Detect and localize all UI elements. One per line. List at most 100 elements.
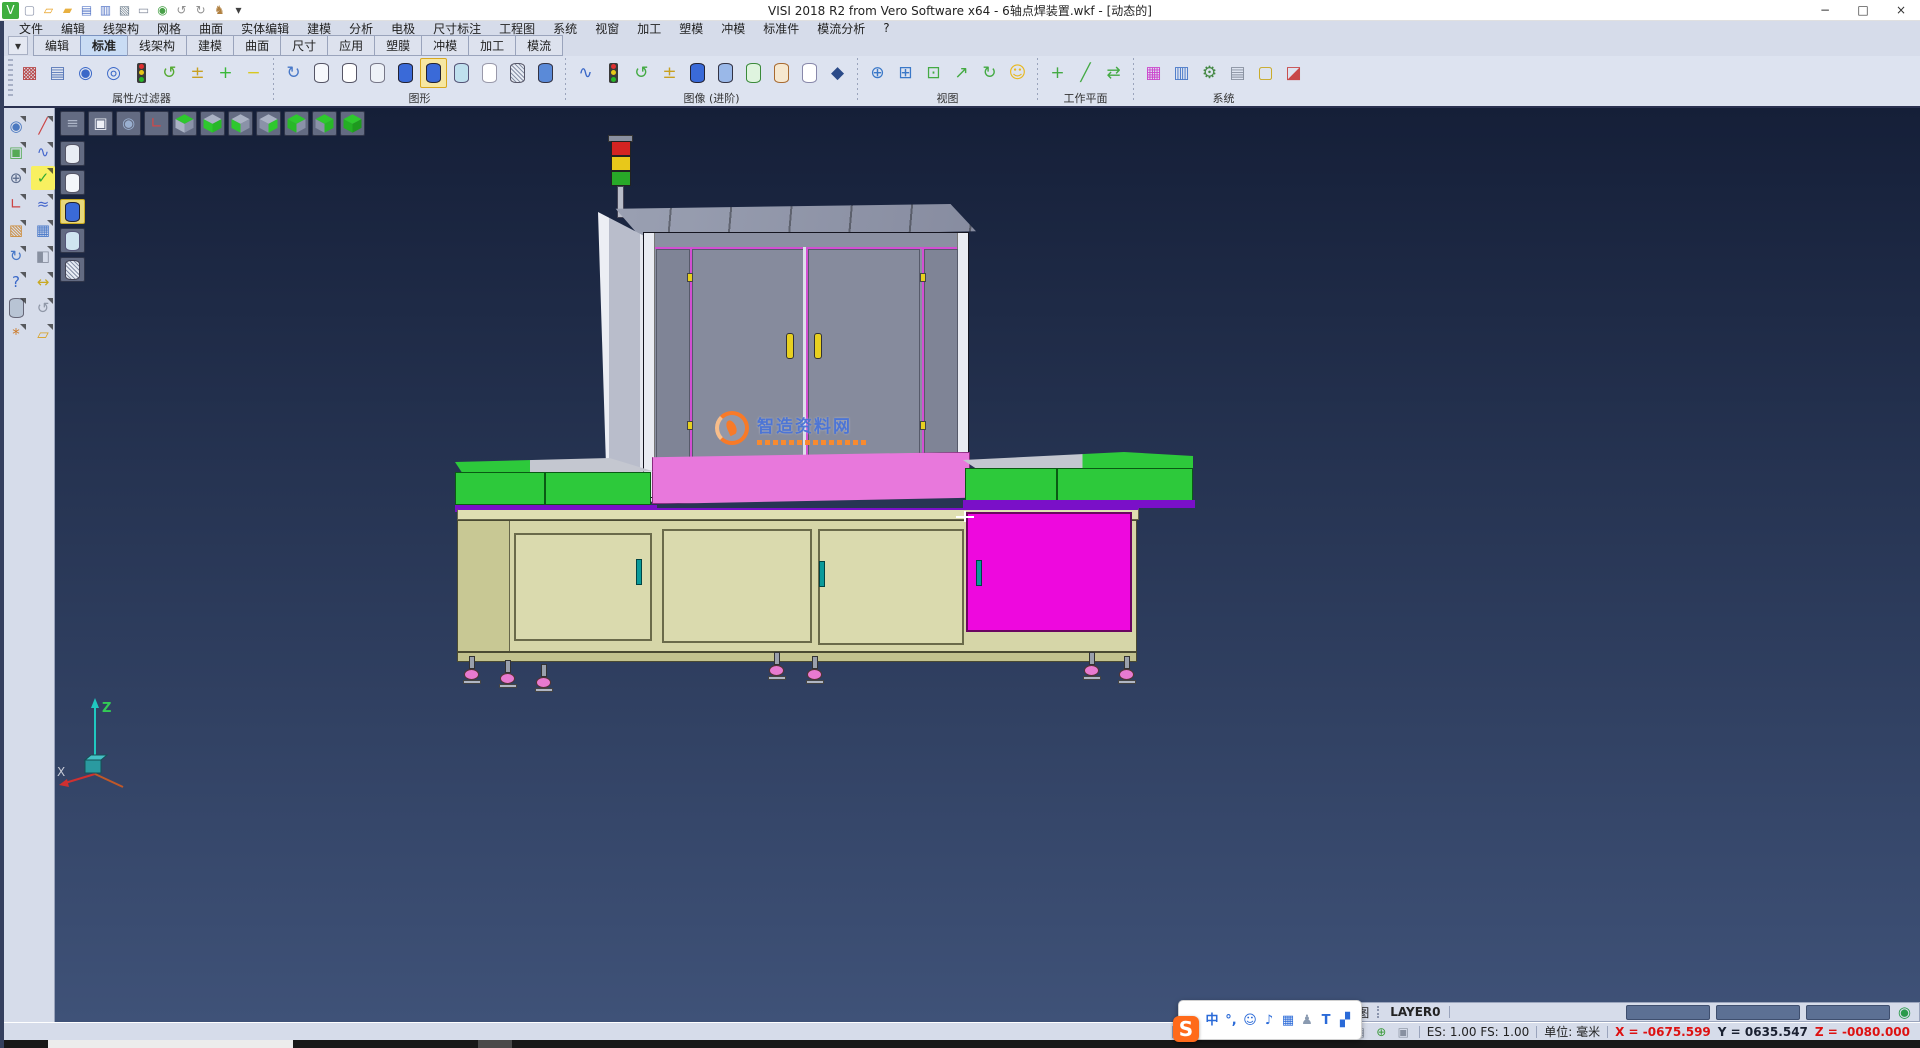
insert-file-icon[interactable]: ▰ (59, 2, 76, 19)
tab-塑膜[interactable]: 塑膜 (374, 35, 422, 56)
spline-draw-icon[interactable]: ∿ (31, 140, 55, 164)
visi-logo[interactable]: V (2, 2, 19, 19)
tab-标准[interactable]: 标准 (80, 35, 128, 56)
annotated-view-icon[interactable] (768, 58, 795, 88)
selection-box-icon[interactable]: ▢ (1252, 58, 1279, 88)
viewport-layout-icon[interactable]: ▦ (31, 218, 55, 242)
menu-item-电极[interactable]: 电极 (382, 20, 424, 37)
tab-曲面[interactable]: 曲面 (233, 35, 281, 56)
ime-punct-icon[interactable]: °, (1223, 1012, 1239, 1028)
curve-edit-icon[interactable]: ≈ (31, 192, 55, 216)
mixed-view-icon[interactable] (712, 58, 739, 88)
snap-status-icon[interactable]: ⊕ (1373, 1024, 1390, 1040)
model-3d-welding-machine[interactable] (55, 108, 1920, 1022)
validate-check-icon[interactable]: ✓ (31, 166, 55, 190)
zoom-in-icon[interactable]: ⊕ (864, 58, 891, 88)
wcs-axis-icon[interactable]: ∟ (4, 192, 28, 216)
delete-trash-icon[interactable] (4, 296, 28, 320)
pan-view-icon[interactable]: ↗ (948, 58, 975, 88)
rotate-view-icon[interactable]: ↻ (976, 58, 1003, 88)
hide-entities-icon[interactable]: ◎ (100, 58, 127, 88)
advanced-filter-icon[interactable] (600, 58, 627, 88)
menu-item-工程图[interactable]: 工程图 (490, 20, 544, 37)
menu-item-建模[interactable]: 建模 (298, 20, 340, 37)
menu-item-冲模[interactable]: 冲模 (712, 20, 754, 37)
save-as-icon[interactable]: ▥ (97, 2, 114, 19)
redraw-icon[interactable]: ↻ (280, 58, 307, 88)
help-entity-icon[interactable]: ? (4, 270, 28, 294)
translucent-mode-icon[interactable] (448, 58, 475, 88)
attributes-paint-icon[interactable]: ▧ (4, 218, 28, 242)
ime-person-icon[interactable]: ♟ (1299, 1012, 1315, 1028)
settings-wrench-icon[interactable]: ⚙ (1196, 58, 1223, 88)
menu-item-视窗[interactable]: 视窗 (586, 20, 628, 37)
menu-item-尺寸标注[interactable]: 尺寸标注 (424, 20, 490, 37)
zoom-scale-icon[interactable]: ⊡ (920, 58, 947, 88)
project-folder-icon[interactable]: ▱ (31, 322, 55, 346)
ime-mic-icon[interactable]: ♪ (1261, 1012, 1277, 1028)
toggle-visibility-icon[interactable]: ± (184, 58, 211, 88)
translate-icon[interactable]: ♞ (211, 2, 228, 19)
machining-wheel-icon[interactable]: * (4, 322, 28, 346)
ime-skin-icon[interactable]: T (1318, 1012, 1334, 1028)
measure-distance-icon[interactable]: ↔ (31, 270, 55, 294)
filter-traffic-light-icon[interactable] (128, 58, 155, 88)
tab-加工[interactable]: 加工 (468, 35, 516, 56)
regenerate-icon[interactable]: ↻ (4, 244, 28, 268)
ime-keyboard-icon[interactable]: ▦ (1280, 1012, 1296, 1028)
close-button[interactable]: × (1882, 1, 1920, 20)
refresh-advanced-icon[interactable]: ↺ (628, 58, 655, 88)
sogou-logo[interactable]: S (1173, 1016, 1199, 1042)
system-monitor-icon[interactable]: ▥ (1168, 58, 1195, 88)
tab-建模[interactable]: 建模 (186, 35, 234, 56)
copy-attributes-icon[interactable]: ▤ (44, 58, 71, 88)
menu-item-系统[interactable]: 系统 (544, 20, 586, 37)
tab-线架构[interactable]: 线架构 (127, 35, 187, 56)
undo-step-icon[interactable]: ↺ (31, 296, 55, 320)
tab-冲模[interactable]: 冲模 (421, 35, 469, 56)
transparent-view-icon[interactable] (796, 58, 823, 88)
ime-emoji-icon[interactable]: ☺ (1242, 1012, 1258, 1028)
render-page-icon[interactable] (532, 58, 559, 88)
dynamic-hide-icon[interactable]: ∿ (572, 58, 599, 88)
polyhedron-view-icon[interactable]: ◆ (824, 58, 851, 88)
menu-item-标准件[interactable]: 标准件 (754, 20, 808, 37)
window-fit-icon[interactable]: ▣ (4, 140, 28, 164)
toggle-advanced-icon[interactable]: ± (656, 58, 683, 88)
maximize-button[interactable]: □ (1844, 1, 1882, 20)
refresh-visibility-icon[interactable]: ↺ (156, 58, 183, 88)
show-entities-icon[interactable]: ◉ (72, 58, 99, 88)
open-file-icon[interactable]: ▱ (40, 2, 57, 19)
taskbar-app-segment[interactable] (48, 1040, 293, 1048)
shaded-mode-icon[interactable] (392, 58, 419, 88)
menu-item-文件[interactable]: 文件 (10, 20, 52, 37)
hatched-mode-icon[interactable] (504, 58, 531, 88)
taskbar-segment[interactable] (478, 1040, 512, 1048)
zoom-window-icon[interactable]: ⊞ (892, 58, 919, 88)
shading-smiley-icon[interactable]: ☺ (1004, 58, 1031, 88)
globe-icon[interactable]: ◉ (1898, 1005, 1911, 1020)
preview-icon[interactable]: ◉ (154, 2, 171, 19)
menu-item-实体编辑[interactable]: 实体编辑 (232, 20, 298, 37)
tab-应用[interactable]: 应用 (327, 35, 375, 56)
menu-item-?[interactable]: ? (874, 21, 898, 35)
zoom-dynamic-icon[interactable]: ⊕ (4, 166, 28, 190)
qat-dropdown-icon[interactable]: ▾ (230, 2, 247, 19)
solid-box-icon[interactable]: ◧ (31, 244, 55, 268)
ghost-mode-icon[interactable] (476, 58, 503, 88)
save-icon[interactable]: ▤ (78, 2, 95, 19)
workplane-edit-icon[interactable]: ╱ (1072, 58, 1099, 88)
menu-item-线架构[interactable]: 线架构 (94, 20, 148, 37)
hide-all-icon[interactable]: − (240, 58, 267, 88)
minimize-button[interactable]: − (1806, 1, 1844, 20)
active-layer-label[interactable]: LAYER0 (1390, 1005, 1440, 1019)
menu-item-塑模[interactable]: 塑模 (670, 20, 712, 37)
menu-item-模流分析[interactable]: 模流分析 (808, 20, 874, 37)
shaded-edges-mode-icon[interactable] (420, 58, 447, 88)
show-all-icon[interactable]: + (212, 58, 239, 88)
sketch-pencil-icon[interactable]: ╱ (31, 114, 55, 138)
tab-dropdown-icon[interactable]: ▾ (8, 36, 28, 55)
print-icon[interactable]: ▭ (135, 2, 152, 19)
menu-item-曲面[interactable]: 曲面 (190, 20, 232, 37)
solid-view-icon[interactable] (684, 58, 711, 88)
